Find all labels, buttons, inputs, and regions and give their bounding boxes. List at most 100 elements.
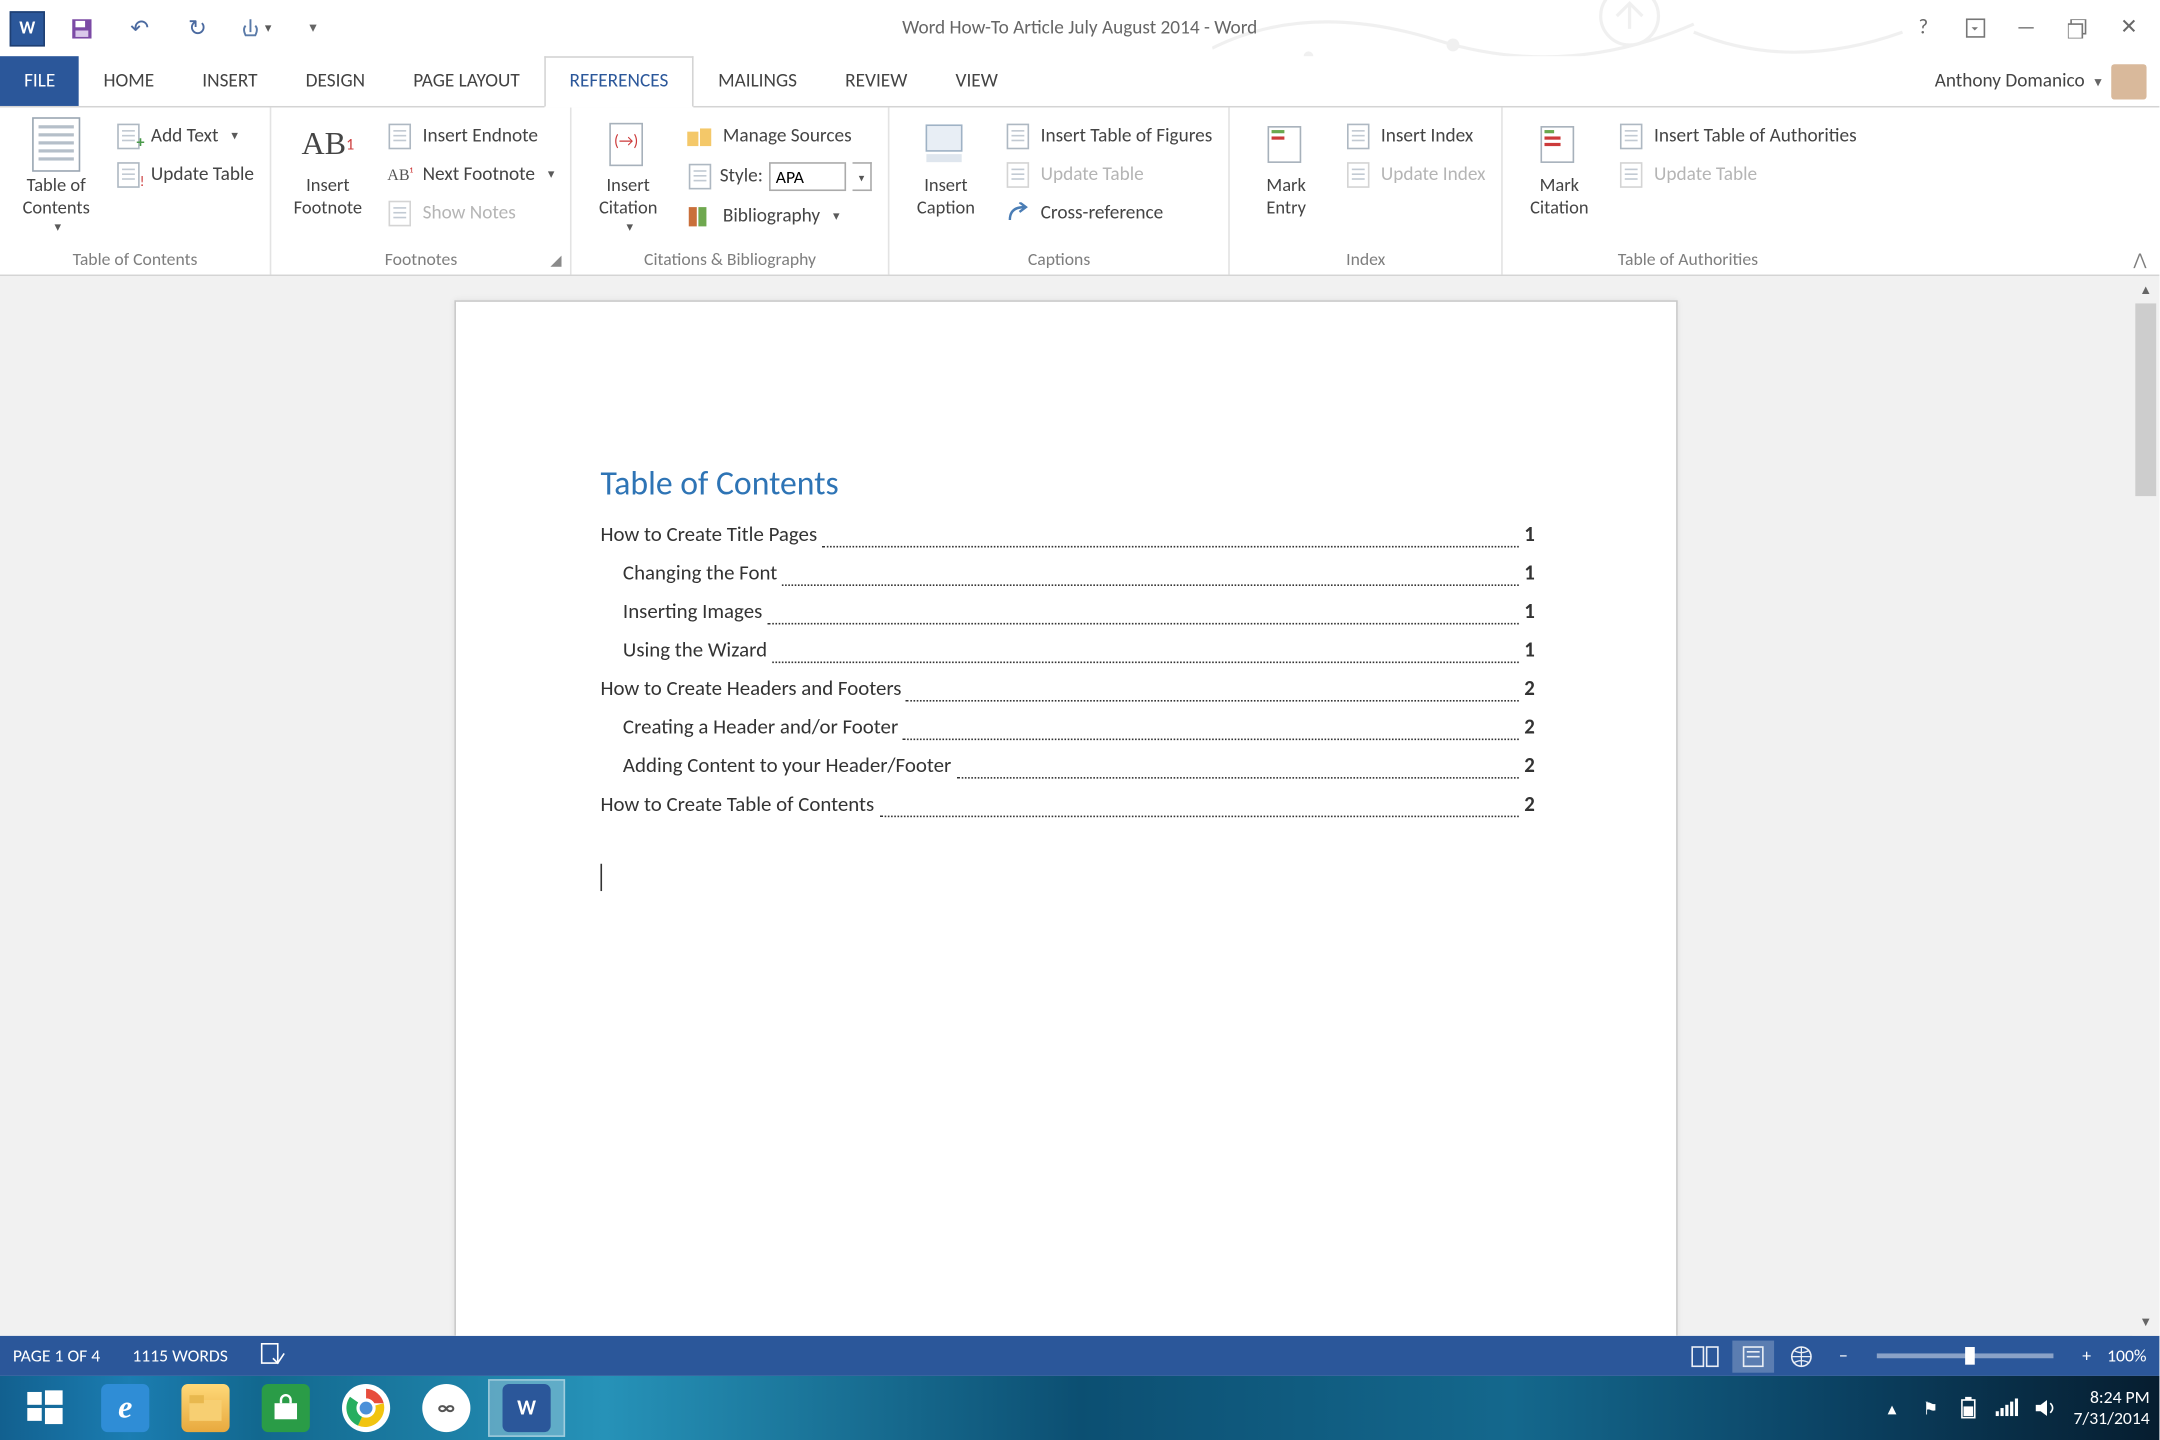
footnotes-launcher[interactable]: ◢ <box>546 250 565 269</box>
taskbar-chrome[interactable] <box>328 1379 405 1437</box>
tab-mailings[interactable]: MAILINGS <box>694 56 821 106</box>
document-page[interactable]: Table of Contents How to Create Title Pa… <box>454 300 1677 1336</box>
title-bar: W ↶ ↻ ▾ ▾ Word How-To Article July Augus… <box>0 0 2159 56</box>
tray-battery-icon[interactable] <box>1958 1397 1980 1419</box>
scroll-up-button[interactable]: ▲ <box>2132 276 2159 303</box>
ribbon-display-button[interactable] <box>1951 10 1999 45</box>
page-indicator[interactable]: PAGE 1 OF 4 <box>13 1345 100 1366</box>
table-of-contents-button[interactable]: Table of Contents▾ <box>10 112 103 236</box>
taskbar-ie[interactable]: e <box>87 1379 164 1437</box>
avatar <box>2111 64 2146 99</box>
vertical-scrollbar[interactable]: ▲ ▼ <box>2132 276 2159 1336</box>
group-label-captions: Captions <box>899 246 1218 275</box>
minimize-button[interactable]: — <box>2002 10 2050 45</box>
style-input[interactable] <box>769 162 846 191</box>
toc-heading: Table of Contents <box>600 462 1534 504</box>
tab-view[interactable]: VIEW <box>931 56 1022 106</box>
collapse-ribbon-button[interactable]: ⋀ <box>2133 249 2146 270</box>
cross-reference-button[interactable]: Cross-reference <box>999 196 1219 231</box>
manage-sources-button[interactable]: Manage Sources <box>681 119 878 154</box>
group-label-authorities: Table of Authorities <box>1513 246 1863 275</box>
toc-entry: How to Create Headers and Footers2 <box>600 671 1534 710</box>
insert-table-of-figures-button[interactable]: Insert Table of Figures <box>999 119 1219 154</box>
start-button[interactable] <box>6 1379 83 1437</box>
tab-insert[interactable]: INSERT <box>178 56 281 106</box>
read-mode-button[interactable] <box>1685 1340 1727 1372</box>
customize-qat-button[interactable]: ▾ <box>292 7 334 49</box>
insert-caption-button[interactable]: Insert Caption <box>899 112 992 221</box>
close-button[interactable]: ✕ <box>2105 10 2153 45</box>
redo-button[interactable]: ↻ <box>177 7 219 49</box>
status-bar: PAGE 1 OF 4 1115 WORDS − + 100% <box>0 1336 2159 1376</box>
insert-index-button[interactable]: Insert Index <box>1339 119 1492 154</box>
add-text-button[interactable]: +Add Text▾ <box>109 119 260 154</box>
ribbon: Table of Contents▾ +Add Text▾ !Update Ta… <box>0 108 2159 277</box>
group-label-toc: Table of Contents <box>10 246 261 275</box>
zoom-out-button[interactable]: − <box>1839 1345 1848 1366</box>
group-label-footnotes: Footnotes <box>281 246 560 275</box>
group-label-citations: Citations & Bibliography <box>582 246 879 275</box>
document-area: Table of Contents How to Create Title Pa… <box>0 276 2159 1336</box>
insert-citation-button[interactable]: (→) Insert Citation▾ <box>582 112 675 236</box>
toc-entry: Using the Wizard1 <box>600 633 1534 672</box>
taskbar-app[interactable]: ∞ <box>408 1379 485 1437</box>
zoom-in-button[interactable]: + <box>2082 1345 2091 1366</box>
save-button[interactable] <box>61 7 103 49</box>
tray-volume-icon[interactable] <box>2035 1397 2057 1419</box>
tab-references[interactable]: REFERENCES <box>544 56 694 107</box>
toc-entry: Inserting Images1 <box>600 594 1534 633</box>
undo-button[interactable]: ↶ <box>119 7 161 49</box>
bibliography-button[interactable]: Bibliography▾ <box>681 199 878 234</box>
tray-flag-icon[interactable]: ⚑ <box>1919 1397 1941 1419</box>
update-figures-table-button[interactable]: Update Table <box>999 157 1219 192</box>
ribbon-tabs: FILE HOME INSERT DESIGN PAGE LAYOUT REFE… <box>0 56 2159 107</box>
tray-overflow-icon[interactable]: ▴ <box>1881 1397 1903 1419</box>
print-layout-button[interactable] <box>1733 1340 1775 1372</box>
proofing-icon[interactable] <box>260 1342 286 1369</box>
account-menu[interactable]: Anthony Domanico ▾ <box>1935 56 2147 107</box>
next-footnote-button[interactable]: AB¹Next Footnote▾ <box>381 157 561 192</box>
scroll-thumb[interactable] <box>2135 303 2156 496</box>
insert-table-of-authorities-button[interactable]: Insert Table of Authorities <box>1612 119 1863 154</box>
scroll-down-button[interactable]: ▼ <box>2132 1308 2159 1335</box>
mark-citation-button[interactable]: Mark Citation <box>1513 112 1606 221</box>
system-tray: ▴ ⚑ 8:24 PM 7/31/2014 <box>1881 1376 2150 1440</box>
citation-style-select[interactable]: Style: ▾ <box>681 157 878 196</box>
mark-entry-button[interactable]: Mark Entry <box>1240 112 1333 221</box>
taskbar-explorer[interactable] <box>167 1379 244 1437</box>
group-label-index: Index <box>1240 246 1492 275</box>
help-button[interactable]: ? <box>1899 10 1947 45</box>
toc-entry: Creating a Header and/or Footer2 <box>600 710 1534 749</box>
taskbar: e ∞ W ▴ ⚑ 8:24 PM 7/31/2014 <box>0 1376 2159 1440</box>
quick-access-toolbar: W ↶ ↻ ▾ ▾ <box>0 7 334 49</box>
insert-endnote-button[interactable]: Insert Endnote <box>381 119 561 154</box>
svg-text:(→): (→) <box>614 132 638 151</box>
word-app-icon: W <box>10 10 45 45</box>
tab-home[interactable]: HOME <box>79 56 178 106</box>
taskbar-store[interactable] <box>247 1379 324 1437</box>
tray-network-icon[interactable] <box>1996 1397 2018 1419</box>
tab-file[interactable]: FILE <box>0 56 79 106</box>
touch-mode-button[interactable]: ▾ <box>234 7 276 49</box>
show-notes-button[interactable]: Show Notes <box>381 196 561 231</box>
toc-entry: How to Create Table of Contents2 <box>600 787 1534 826</box>
word-count[interactable]: 1115 WORDS <box>132 1345 228 1366</box>
tab-review[interactable]: REVIEW <box>821 56 931 106</box>
web-layout-button[interactable] <box>1781 1340 1823 1372</box>
toc-entry: Changing the Font1 <box>600 556 1534 595</box>
tab-page-layout[interactable]: PAGE LAYOUT <box>389 56 544 106</box>
taskbar-word[interactable]: W <box>488 1379 565 1437</box>
tray-clock[interactable]: 8:24 PM 7/31/2014 <box>2073 1387 2149 1429</box>
text-cursor <box>600 864 602 891</box>
insert-footnote-button[interactable]: AB1 Insert Footnote <box>281 112 374 221</box>
restore-button[interactable] <box>2053 10 2101 45</box>
zoom-level[interactable]: 100% <box>2107 1345 2146 1366</box>
table-of-contents-block: Table of Contents How to Create Title Pa… <box>600 462 1534 825</box>
update-authorities-table-button[interactable]: Update Table <box>1612 157 1863 192</box>
update-index-button[interactable]: Update Index <box>1339 157 1492 192</box>
toc-entry: How to Create Title Pages1 <box>600 517 1534 556</box>
zoom-slider[interactable] <box>1877 1353 2054 1358</box>
update-table-button[interactable]: !Update Table <box>109 157 260 192</box>
tab-design[interactable]: DESIGN <box>282 56 390 106</box>
toc-entry: Adding Content to your Header/Footer2 <box>600 749 1534 788</box>
